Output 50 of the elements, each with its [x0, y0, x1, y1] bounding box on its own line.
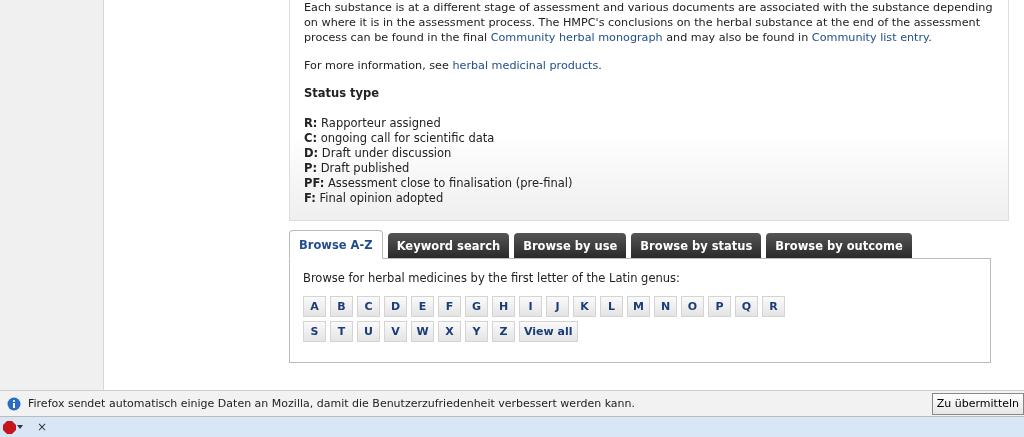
letter-button[interactable]: View all [519, 321, 578, 342]
letter-button[interactable]: V [384, 321, 407, 342]
letter-button[interactable]: O [681, 296, 704, 317]
status-item: C: ongoing call for scientific data [304, 131, 496, 146]
letter-button[interactable]: G [465, 296, 488, 317]
tab[interactable]: Browse A-Z [289, 230, 383, 259]
letter-button[interactable]: P [708, 296, 731, 317]
letter-button[interactable]: L [600, 296, 623, 317]
tab[interactable]: Keyword search [387, 233, 510, 258]
adblock-button[interactable] [3, 420, 23, 434]
letter-button[interactable]: W [411, 321, 434, 342]
letter-button[interactable]: K [573, 296, 596, 317]
tab[interactable]: Browse by outcome [766, 233, 912, 258]
letter-button[interactable]: F [438, 296, 461, 317]
letter-button[interactable]: I [519, 296, 542, 317]
letter-button[interactable]: D [384, 296, 407, 317]
letter-button[interactable]: Z [492, 321, 515, 342]
intro-text: Browse for herbal medicines by the first letter of the Latin genus: [303, 271, 681, 286]
status-item: F: Final opinion adopted [304, 191, 445, 206]
info-icon [7, 396, 21, 411]
tab[interactable]: Browse by use [514, 233, 627, 258]
letter-button[interactable]: T [330, 321, 353, 342]
letter-button[interactable]: M [627, 296, 650, 317]
letter-button[interactable]: R [762, 296, 785, 317]
letter-button[interactable]: U [357, 321, 380, 342]
paragraph: For more information, see herbal medicinal products. [304, 58, 603, 73]
status-item: D: Draft under discussion [304, 146, 453, 161]
letter-button[interactable]: N [654, 296, 677, 317]
letter-button[interactable]: X [438, 321, 461, 342]
letter-button[interactable]: E [411, 296, 434, 317]
close-button[interactable]: × [37, 420, 48, 434]
letter-button[interactable]: B [330, 296, 353, 317]
status-item: R: Rapporteur assigned [304, 116, 442, 131]
status-item: PF: Assessment close to finalisation (pre-final) [304, 176, 574, 191]
caret-icon [17, 425, 23, 429]
status-item: P: Draft published [304, 161, 411, 176]
letter-button[interactable]: Y [465, 321, 488, 342]
section-heading: Status type [304, 86, 381, 101]
text-link[interactable]: Community herbal monograph [490, 31, 663, 44]
tab[interactable]: Browse by status [631, 233, 762, 258]
letter-button[interactable]: J [546, 296, 569, 317]
letter-button[interactable]: A [303, 296, 326, 317]
letter-button[interactable]: S [303, 321, 326, 342]
paragraph: Each substance is at a different stage of assessment and various documents are associated with the substance depending on where it is in the assessment process. The HMPC's conclusions on the herbal substance at the end of the assessment process can be found in the final Community herbal monograph and may also be found in Community list entry. [304, 0, 994, 45]
notification-message: Firefox sendet automatisch einige Daten an Mozilla, damit die Benutzerzufriedenheit verbessert werden kann. [28, 397, 637, 410]
letter-button[interactable]: C [357, 296, 380, 317]
submit-button[interactable]: Zu übermitteln [931, 392, 1024, 415]
stop-sign-icon [3, 420, 16, 434]
letter-button[interactable]: Q [735, 296, 758, 317]
letter-button[interactable]: H [492, 296, 515, 317]
